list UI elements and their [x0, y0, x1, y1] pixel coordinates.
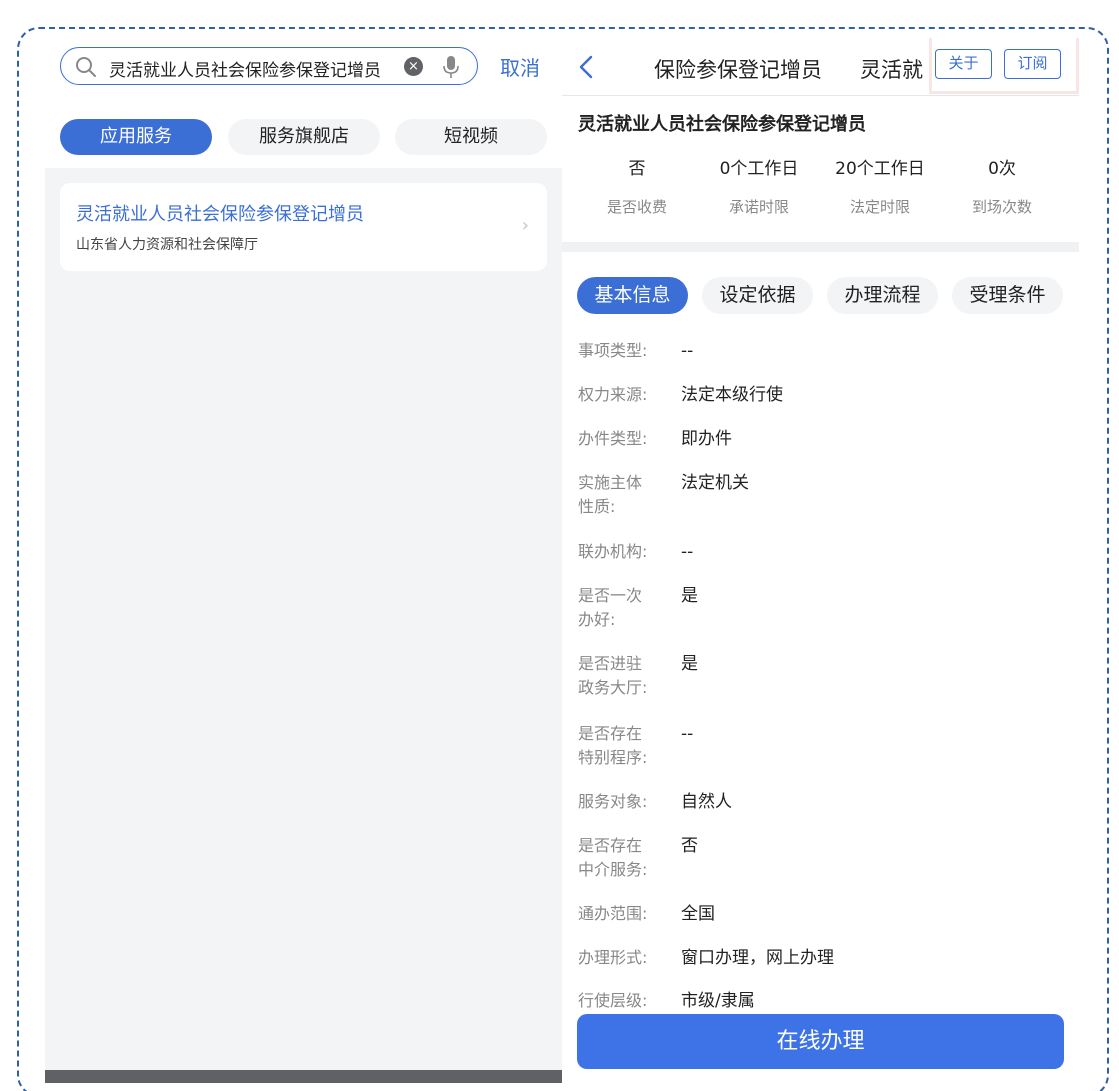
stat-label: 是否收费 — [606, 198, 667, 216]
info-label: 办理形式: — [578, 948, 648, 967]
home-indicator-bar — [45, 1070, 562, 1083]
info-label: 服务对象: — [578, 792, 648, 811]
stat-value: 20个工作日 — [835, 159, 925, 179]
info-value: -- — [681, 542, 694, 562]
info-label: 是否进驻 政务大厅: — [578, 654, 648, 697]
search-bar-area: 灵活就业人员社会保险参保登记增员 × 取消 — [45, 38, 562, 98]
info-value: 市级/隶属 — [681, 991, 755, 1011]
search-query-text: 灵活就业人员社会保险参保登记增员 — [109, 61, 381, 81]
result-category-tabs: 应用服务 服务旗舰店 短视频 — [45, 98, 562, 168]
info-value: 即办件 — [681, 429, 732, 449]
tab-basic-info[interactable]: 基本信息 — [577, 277, 688, 314]
info-value: 否 — [681, 836, 698, 856]
back-arrow-icon[interactable] — [578, 54, 594, 80]
cancel-button[interactable]: 取消 — [500, 52, 540, 81]
item-title: 灵活就业人员社会保险参保登记增员 — [578, 114, 866, 135]
info-label: 实施主体 性质: — [578, 473, 643, 516]
info-label: 事项类型: — [578, 341, 648, 360]
section-separator — [562, 242, 1079, 252]
stat-value: 0次 — [988, 159, 1016, 179]
tab-short-video[interactable]: 短视频 — [395, 119, 547, 155]
info-label: 是否一次 办好: — [578, 586, 643, 629]
info-label: 通办范围: — [578, 904, 648, 923]
search-results-pane: 灵活就业人员社会保险参保登记增员 × 取消 应用服务 服务旗舰店 短视频 灵活就… — [45, 38, 562, 1083]
stat-value: 否 — [628, 159, 646, 179]
list-item[interactable]: 灵活就业人员社会保险参保登记增员 山东省人力资源和社会保障厅 › — [60, 183, 547, 271]
info-value: 法定本级行使 — [681, 385, 783, 405]
microphone-icon[interactable] — [441, 54, 461, 80]
info-value: 是 — [681, 586, 698, 606]
info-value: -- — [681, 724, 694, 744]
info-value: -- — [681, 341, 694, 361]
result-org: 山东省人力资源和社会保障厅 — [76, 237, 258, 253]
tab-conditions[interactable]: 受理条件 — [952, 277, 1063, 314]
page-title: 保险参保登记增员 — [654, 58, 822, 82]
subscribe-button[interactable]: 订阅 — [1004, 49, 1061, 79]
chevron-right-icon: › — [521, 215, 529, 236]
search-input[interactable]: 灵活就业人员社会保险参保登记增员 × — [60, 47, 478, 85]
info-label: 是否存在 特别程序: — [578, 724, 648, 767]
info-label: 办件类型: — [578, 429, 648, 448]
service-detail-pane: 保险参保登记增员 灵活就 关于 订阅 灵活就业人员社会保险参保登记增员 否 是否… — [562, 38, 1079, 1083]
tab-process[interactable]: 办理流程 — [827, 277, 938, 314]
info-label: 权力来源: — [578, 385, 648, 404]
info-label: 联办机构: — [578, 542, 648, 561]
clear-icon[interactable]: × — [404, 57, 423, 76]
result-title: 灵活就业人员社会保险参保登记增员 — [76, 204, 364, 225]
tab-app-services[interactable]: 应用服务 — [60, 119, 212, 155]
info-value: 全国 — [681, 904, 715, 924]
tab-flagship-store[interactable]: 服务旗舰店 — [228, 119, 380, 155]
tab-legal-basis[interactable]: 设定依据 — [702, 277, 813, 314]
info-value: 是 — [681, 654, 698, 674]
search-icon — [76, 57, 96, 77]
divider — [562, 95, 1079, 96]
page-title-overflow: 灵活就 — [860, 58, 923, 82]
info-value: 自然人 — [681, 792, 732, 812]
info-value: 法定机关 — [681, 473, 749, 493]
stat-value: 0个工作日 — [719, 159, 799, 179]
about-button[interactable]: 关于 — [935, 49, 992, 79]
stat-label: 承诺时限 — [728, 198, 789, 216]
stat-label: 法定时限 — [849, 198, 910, 216]
stat-label: 到场次数 — [971, 198, 1032, 216]
info-value: 窗口办理，网上办理 — [681, 948, 834, 968]
info-label: 是否存在 中介服务: — [578, 836, 648, 879]
info-label: 行使层级: — [578, 991, 648, 1010]
apply-online-button[interactable]: 在线办理 — [577, 1014, 1064, 1069]
